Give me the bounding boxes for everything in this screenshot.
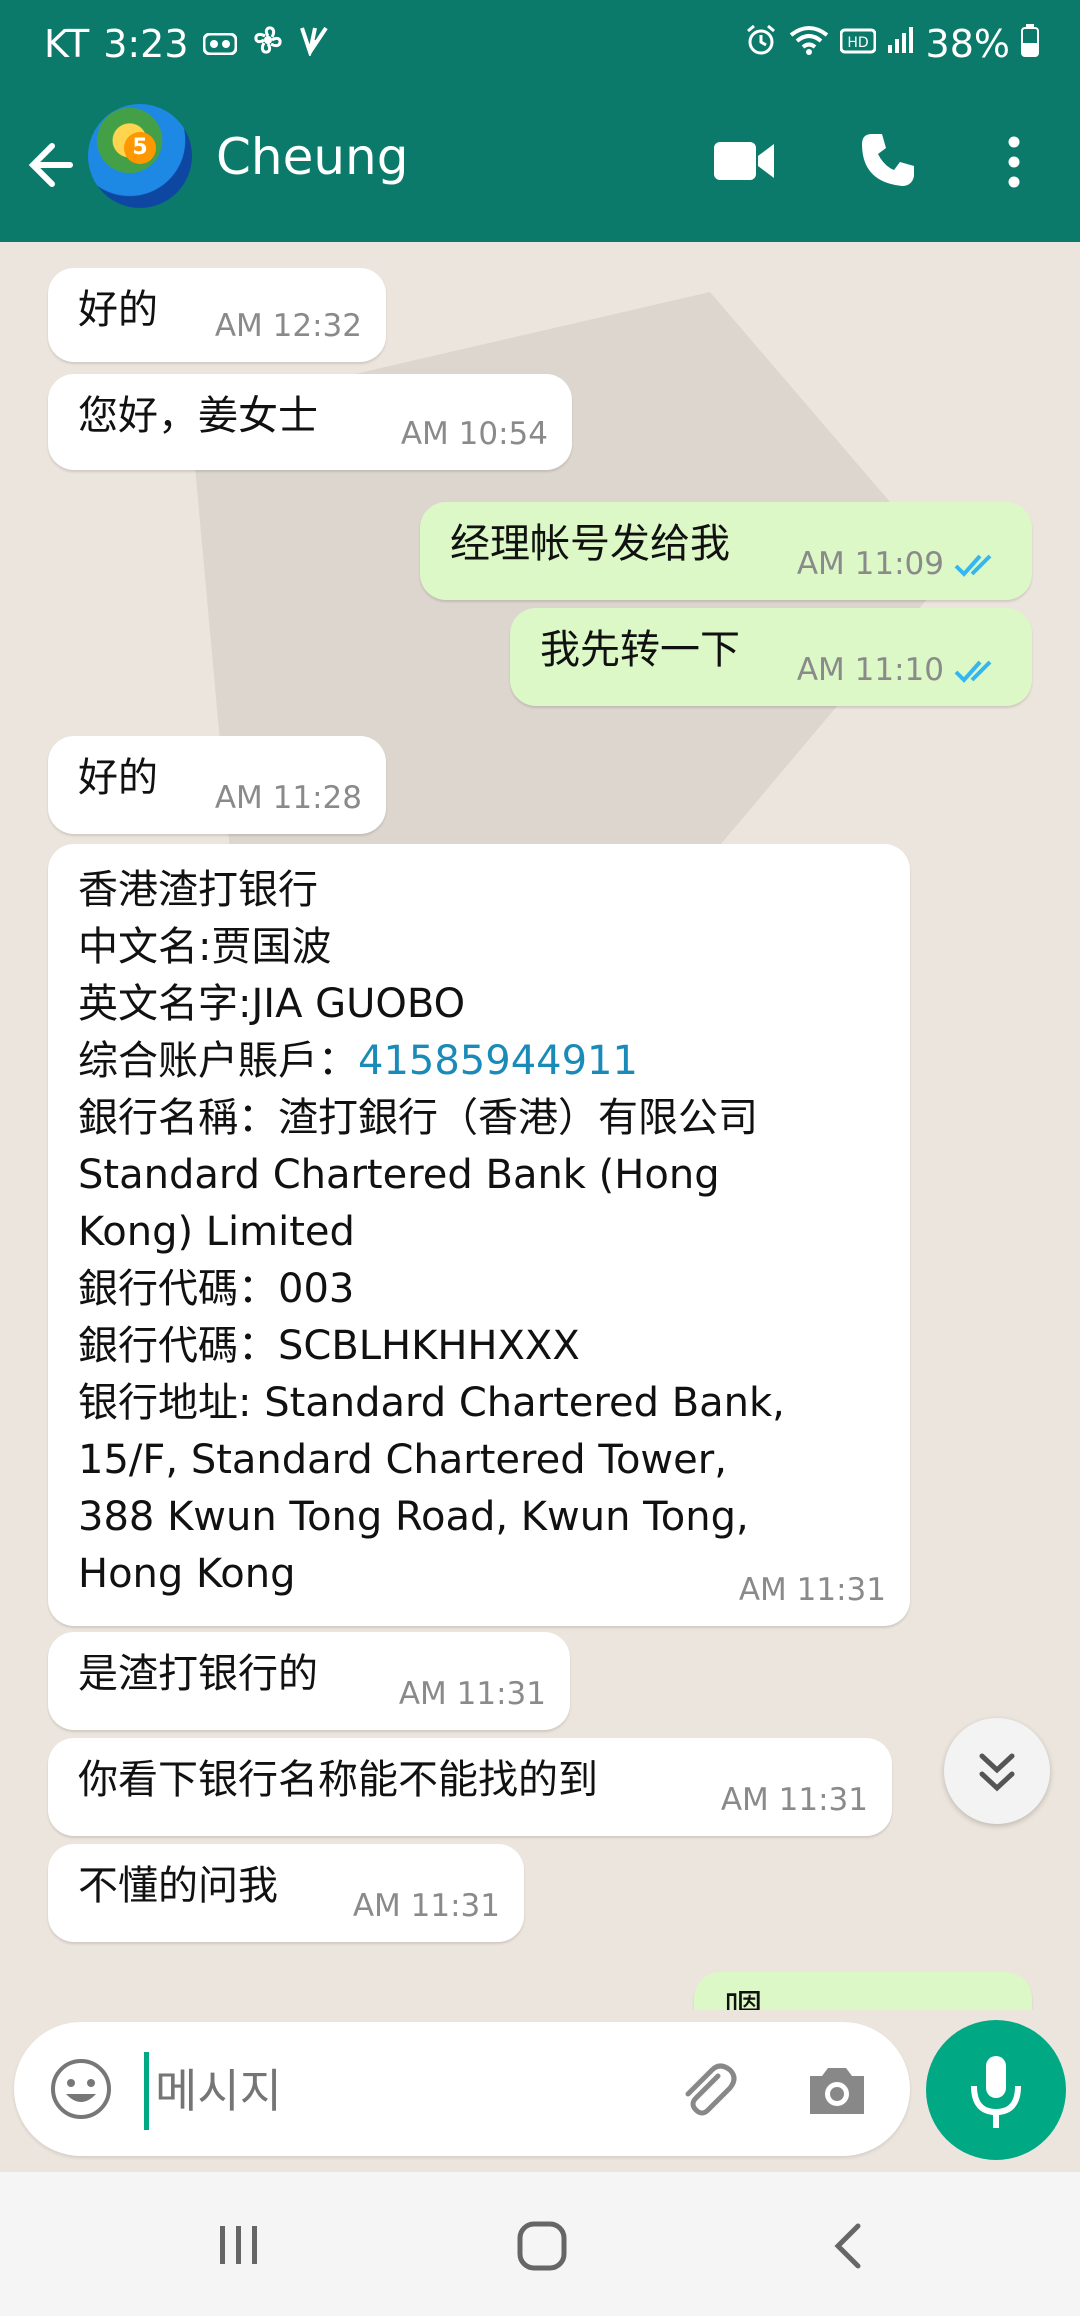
scroll-to-bottom-button[interactable]: [944, 1718, 1050, 1824]
message-time: AM 11:10: [796, 652, 944, 688]
message-line: 银行地址: Standard Chartered Bank,: [78, 1380, 785, 1426]
attach-button[interactable]: [674, 2058, 740, 2124]
message-text: 好的: [78, 287, 158, 333]
contact-name[interactable]: Cheung: [216, 128, 408, 186]
battery-percent: 38%: [925, 22, 1010, 66]
recents-icon: [220, 2226, 257, 2264]
composer: [14, 2022, 910, 2156]
message-text: 好的: [78, 755, 158, 801]
home-button[interactable]: [516, 2220, 568, 2272]
message-bubble-incoming[interactable]: 不懂的问我 AM 11:31: [48, 1844, 524, 1942]
fan-icon: [251, 23, 285, 65]
attach-icon: [685, 2063, 737, 2116]
camera-button[interactable]: [804, 2058, 870, 2124]
clock: 3:23: [103, 22, 189, 66]
read-ticks-icon: [954, 554, 992, 577]
message-input[interactable]: [144, 2052, 657, 2130]
message-text: 您好，姜女士: [78, 393, 318, 439]
chevron-double-down-icon: [979, 1753, 1015, 1792]
system-navigation-bar: [0, 2172, 1080, 2316]
message-time: AM 10:54: [400, 416, 548, 452]
message-line: Kong) Limited: [78, 1209, 355, 1255]
home-icon: [517, 2221, 567, 2271]
avatar-badge: 5: [124, 132, 156, 164]
message-line: 銀行代碼：003: [78, 1266, 355, 1312]
message-line: 综合账户賬戶：41585944911: [78, 1033, 785, 1090]
recents-button[interactable]: [214, 2222, 264, 2268]
kakao-v-icon: [299, 24, 329, 64]
message-time: AM 11:31: [398, 1676, 546, 1712]
message-text: 嗯: [724, 1987, 764, 2010]
message-line: 銀行名稱：渣打銀行（香港）有限公司: [78, 1095, 758, 1141]
message-list[interactable]: 好的 AM 12:32 您好，姜女士 AM 10:54 经理帐号发给我 AM 1…: [0, 242, 1080, 2010]
message-text: 是渣打银行的: [78, 1651, 318, 1697]
message-line: 15/F, Standard Chartered Tower,: [78, 1437, 727, 1483]
emoji-icon: [51, 2059, 111, 2119]
message-bubble-outgoing[interactable]: 嗯: [694, 1972, 1032, 2010]
message-text: 我先转一下: [540, 627, 740, 673]
message-text: 你看下银行名称能不能找的到: [78, 1757, 598, 1803]
more-options-button[interactable]: [996, 132, 1032, 192]
message-line: 香港渣打银行: [78, 867, 318, 913]
mic-icon: [971, 2056, 1021, 2128]
message-bubble-outgoing[interactable]: 我先转一下 AM 11:10: [510, 608, 1032, 706]
message-bubble-incoming[interactable]: 您好，姜女士 AM 10:54: [48, 374, 572, 470]
message-time: AM 11:28: [214, 780, 362, 816]
status-bar: KT 3:23 HD 38%: [0, 0, 1080, 92]
message-line: Hong Kong: [78, 1551, 296, 1597]
message-bubble-incoming[interactable]: 好的 AM 12:32: [48, 268, 386, 362]
voice-call-button[interactable]: [858, 130, 918, 190]
battery-icon: [1020, 23, 1040, 65]
message-line: 英文名字:JIA GUOBO: [78, 981, 466, 1027]
video-call-button[interactable]: [712, 136, 776, 186]
system-back-button[interactable]: [828, 2220, 868, 2272]
message-time: AM 11:31: [738, 1572, 886, 1608]
carrier-label: KT: [44, 22, 90, 66]
message-text-block: 香港渣打银行 中文名:贾国波 英文名字:JIA GUOBO 综合账户賬戶：415…: [78, 862, 785, 1603]
message-text: 不懂的问我: [78, 1863, 278, 1909]
message-bubble-incoming[interactable]: 你看下银行名称能不能找的到 AM 11:31: [48, 1738, 892, 1836]
avatar[interactable]: 5: [88, 104, 192, 208]
message-line: 銀行代碼：SCBLHKHHXXX: [78, 1323, 580, 1369]
svg-text:HD: HD: [847, 35, 868, 51]
message-line: 388 Kwun Tong Road, Kwun Tong,: [78, 1494, 749, 1540]
message-bubble-incoming[interactable]: 好的 AM 11:28: [48, 736, 386, 834]
back-button[interactable]: [20, 130, 90, 200]
message-time: AM 11:31: [352, 1888, 500, 1924]
signal-icon: [886, 25, 916, 63]
message-line: 中文名:贾国波: [78, 924, 332, 970]
message-line: Standard Chartered Bank (Hong: [78, 1152, 720, 1198]
back-arrow-icon: [28, 143, 73, 187]
account-label: 综合账户賬戶：: [78, 1038, 358, 1084]
emoji-button[interactable]: [48, 2056, 114, 2122]
message-bubble-incoming[interactable]: 是渣打银行的 AM 11:31: [48, 1632, 570, 1730]
phone-icon: [862, 134, 914, 186]
voicemail-icon: [202, 25, 238, 63]
message-time: AM 11:09: [796, 546, 944, 582]
chat-header: 5 Cheung: [0, 92, 1080, 242]
message-bubble-incoming[interactable]: 香港渣打银行 中文名:贾国波 英文名字:JIA GUOBO 综合账户賬戶：415…: [48, 844, 910, 1626]
message-text: 经理帐号发给我: [450, 521, 730, 567]
more-vert-icon: [1008, 136, 1020, 188]
hd-voice-icon: HD: [839, 25, 877, 63]
alarm-icon: [744, 23, 778, 65]
chevron-left-icon: [834, 2223, 861, 2269]
video-call-icon: [714, 142, 774, 180]
account-number-link[interactable]: 41585944911: [358, 1038, 638, 1084]
voice-message-button[interactable]: [926, 2020, 1066, 2160]
message-time: AM 11:31: [720, 1782, 868, 1818]
message-bubble-outgoing[interactable]: 经理帐号发给我 AM 11:09: [420, 502, 1032, 600]
wifi-icon: [788, 24, 830, 64]
camera-icon: [810, 2068, 864, 2114]
message-time: AM 12:32: [214, 308, 362, 344]
read-ticks-icon: [954, 660, 992, 683]
